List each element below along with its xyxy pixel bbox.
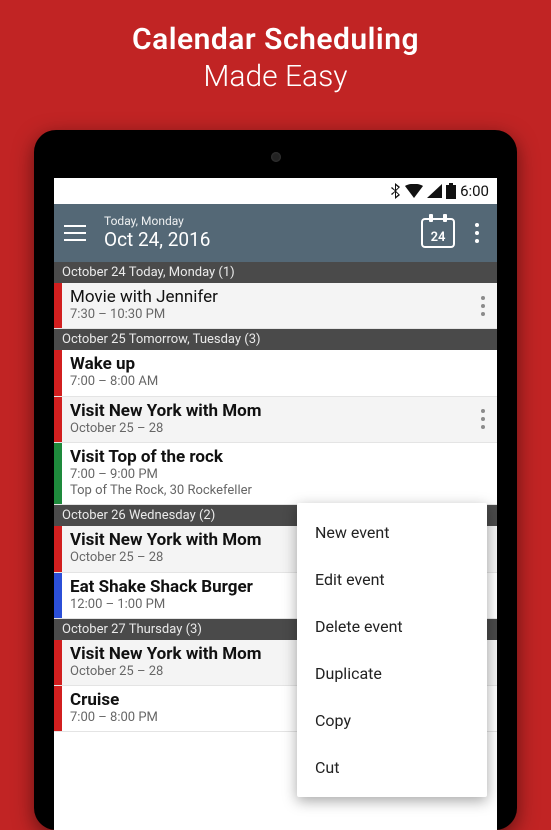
menu-icon[interactable] (64, 220, 90, 246)
event-row[interactable]: Movie with Jennifer7:30 – 10:30 PM (54, 283, 497, 329)
cell-signal-icon (427, 184, 442, 198)
event-actions (469, 443, 497, 505)
event-row[interactable]: Visit New York with MomOctober 25 – 28 (54, 397, 497, 443)
promo-line2: Made Easy (0, 59, 551, 94)
battery-icon (446, 183, 456, 199)
promo-title: Calendar Scheduling Made Easy (0, 0, 551, 94)
context-menu-item[interactable]: Delete event (297, 603, 487, 650)
event-actions (469, 350, 497, 395)
event-color-bar (54, 640, 62, 685)
event-row[interactable]: Wake up7:00 – 8:00 AM (54, 350, 497, 396)
context-menu-item[interactable]: Duplicate (297, 650, 487, 697)
event-title: Visit New York with Mom (70, 401, 463, 421)
calendar-today-icon[interactable]: 24 (421, 218, 455, 248)
wifi-icon (405, 184, 423, 198)
context-menu-item[interactable]: Copy (297, 697, 487, 744)
event-color-bar (54, 283, 62, 328)
overflow-menu-icon[interactable] (467, 220, 487, 246)
section-header: October 25 Tomorrow, Tuesday (3) (54, 329, 497, 350)
context-menu: New eventEdit eventDelete eventDuplicate… (297, 503, 487, 797)
event-body: Wake up7:00 – 8:00 AM (62, 350, 469, 395)
appbar-title-block[interactable]: Today, Monday Oct 24, 2016 (104, 215, 421, 251)
event-actions[interactable] (469, 397, 497, 442)
status-time: 6:00 (460, 182, 489, 200)
screen: 6:00 Today, Monday Oct 24, 2016 24 Octob… (54, 178, 497, 830)
bluetooth-icon (391, 183, 401, 199)
event-body: Visit New York with MomOctober 25 – 28 (62, 397, 469, 442)
promo-line1: Calendar Scheduling (0, 22, 551, 57)
appbar-title: Oct 24, 2016 (104, 229, 421, 251)
event-title: Visit Top of the rock (70, 447, 463, 467)
event-actions[interactable] (469, 283, 497, 328)
event-time: 7:00 – 8:00 AM (70, 374, 463, 390)
app-bar: Today, Monday Oct 24, 2016 24 (54, 204, 497, 262)
event-time: October 25 – 28 (70, 421, 463, 437)
context-menu-item[interactable]: Edit event (297, 556, 487, 603)
event-menu-icon[interactable] (473, 293, 493, 319)
event-time: 7:30 – 10:30 PM (70, 307, 463, 323)
event-menu-icon[interactable] (473, 406, 493, 432)
event-color-bar (54, 350, 62, 395)
event-color-bar (54, 526, 62, 571)
event-location: Top of The Rock, 30 Rockefeller (70, 483, 463, 499)
context-menu-item[interactable]: New event (297, 509, 487, 556)
event-color-bar (54, 686, 62, 731)
status-bar: 6:00 (54, 178, 497, 204)
event-title: Wake up (70, 354, 463, 374)
context-menu-item[interactable]: Cut (297, 744, 487, 791)
event-color-bar (54, 397, 62, 442)
event-color-bar (54, 573, 62, 618)
event-body: Movie with Jennifer7:30 – 10:30 PM (62, 283, 469, 328)
event-color-bar (54, 443, 62, 505)
event-body: Visit Top of the rock7:00 – 9:00 PMTop o… (62, 443, 469, 505)
event-time: 7:00 – 9:00 PM (70, 467, 463, 483)
appbar-subtitle: Today, Monday (104, 215, 421, 229)
section-header: October 24 Today, Monday (1) (54, 262, 497, 283)
tablet-frame: 6:00 Today, Monday Oct 24, 2016 24 Octob… (34, 130, 517, 830)
event-row[interactable]: Visit Top of the rock7:00 – 9:00 PMTop o… (54, 443, 497, 506)
tablet-camera (271, 152, 281, 162)
event-title: Movie with Jennifer (70, 287, 463, 307)
